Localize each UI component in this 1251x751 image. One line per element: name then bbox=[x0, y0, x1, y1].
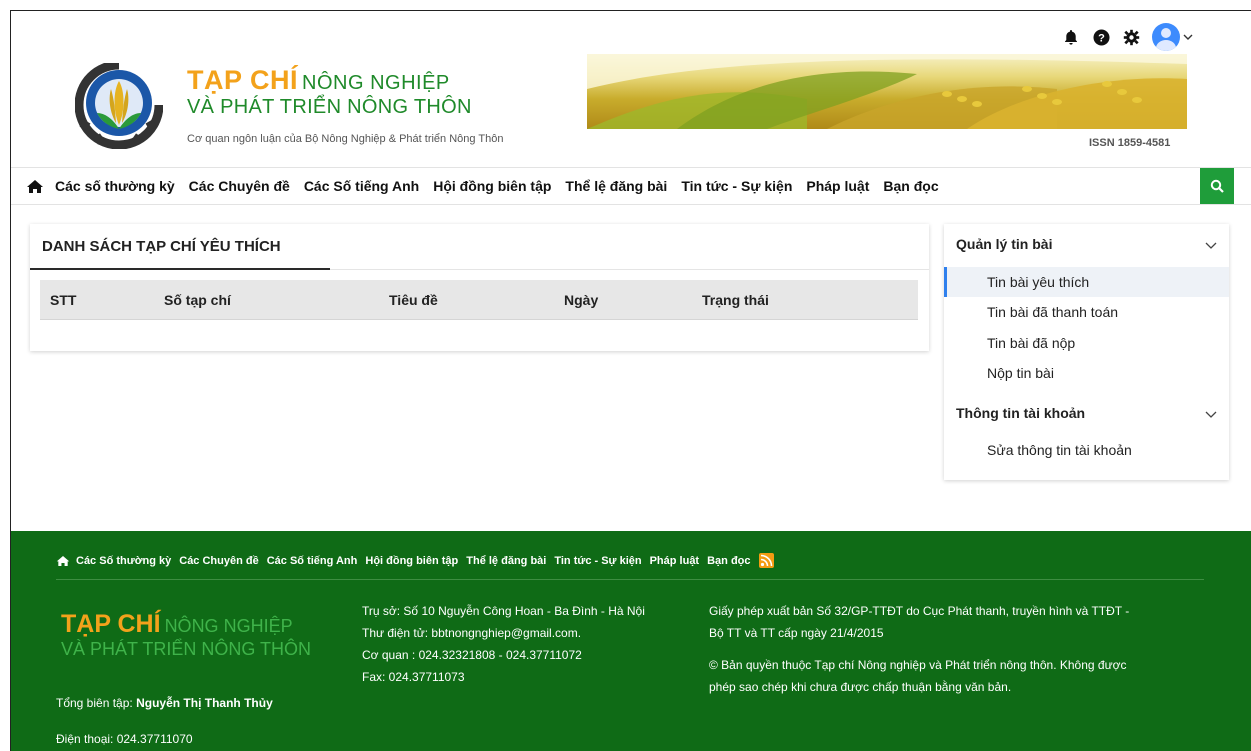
help-icon[interactable]: ? bbox=[1092, 28, 1110, 46]
brand-nong-nghiep: NÔNG NGHIỆP bbox=[302, 72, 450, 94]
footer-link-the-le-dang-bai[interactable]: Thể lệ đăng bài bbox=[466, 555, 546, 567]
footer-divider bbox=[56, 579, 1204, 580]
section-quan-ly-tin-bai[interactable]: Quản lý tin bài bbox=[956, 236, 1052, 252]
col-tieu-de[interactable]: Tiêu đề bbox=[389, 292, 438, 308]
footer-phone: Điện thoại: 024.37711070 bbox=[56, 732, 193, 746]
editor-name: Nguyễn Thị Thanh Thủy bbox=[136, 696, 273, 710]
issn-label: ISSN 1859-4581 bbox=[1089, 137, 1171, 149]
license-line1: Giấy phép xuất bản Số 32/GP-TTĐT do Cục … bbox=[709, 604, 1130, 618]
col-so-tap-chi[interactable]: Số tạp chí bbox=[164, 292, 231, 308]
sidebar-item-tin-bai-da-thanh-toan[interactable]: Tin bài đã thanh toán bbox=[944, 297, 1229, 327]
col-stt[interactable]: STT bbox=[50, 292, 76, 308]
sidebar-item-tin-bai-yeu-thich[interactable]: Tin bài yêu thích bbox=[944, 267, 1229, 297]
main-nav: Các số thường kỳ Các Chuyên đề Các Số ti… bbox=[11, 167, 1251, 205]
footer-logo-tap-chi: TẠP CHÍ bbox=[61, 610, 161, 638]
nav-cac-chuyen-de[interactable]: Các Chuyên đề bbox=[189, 178, 290, 194]
utility-bar: ? bbox=[1062, 23, 1193, 51]
brand-logo[interactable]: TẠP CHÍ NÔNG NGHIỆP VÀ PHÁT TRIỂN NÔNG TH… bbox=[187, 65, 503, 145]
rss-icon[interactable] bbox=[758, 553, 774, 568]
brand-tap-chi: TẠP CHÍ bbox=[187, 65, 299, 95]
col-ngay[interactable]: Ngày bbox=[564, 292, 598, 308]
nav-hoi-dong-bien-tap[interactable]: Hội đồng biên tập bbox=[433, 178, 551, 194]
user-menu[interactable] bbox=[1152, 23, 1193, 51]
svg-text:?: ? bbox=[1098, 32, 1105, 44]
panel-active-underline bbox=[30, 268, 330, 270]
contact-email[interactable]: Thư điện tử: bbtnongnghiep@gmail.com. bbox=[362, 622, 645, 644]
footer-link-phap-luat[interactable]: Pháp luật bbox=[650, 555, 700, 567]
account-sidebar: Quản lý tin bài Tin bài yêu thích Tin bà… bbox=[944, 224, 1229, 480]
search-icon bbox=[1210, 179, 1224, 193]
editor-label: Tổng biên tập: bbox=[56, 696, 133, 710]
page: ? TẠP CHÍ NÔNG NGHIỆP VÀ PHÁT TRIỂN NÔNG… bbox=[10, 10, 1251, 751]
contact-fax: Fax: 024.37711073 bbox=[362, 670, 465, 684]
sidebar-item-tin-bai-da-nop[interactable]: Tin bài đã nộp bbox=[944, 328, 1229, 358]
footer-editor: Tổng biên tập: Nguyễn Thị Thanh Thủy bbox=[56, 696, 273, 710]
license-line2: Bộ TT và TT cấp ngày 21/4/2015 bbox=[709, 626, 884, 640]
sidebar-item-sua-thong-tin-tai-khoan[interactable]: Sửa thông tin tài khoản bbox=[944, 435, 1229, 465]
nav-phap-luat[interactable]: Pháp luật bbox=[806, 178, 869, 194]
nav-ban-doc[interactable]: Bạn đọc bbox=[883, 178, 938, 194]
table-header: STT Số tạp chí Tiêu đề Ngày Trạng thái bbox=[40, 280, 918, 320]
nav-cac-so-thuong-ky[interactable]: Các số thường kỳ bbox=[55, 178, 175, 194]
sidebar-item-nop-tin-bai[interactable]: Nộp tin bài bbox=[944, 358, 1229, 388]
chevron-down-icon[interactable] bbox=[1205, 408, 1217, 420]
panel-title: DANH SÁCH TẠP CHÍ YÊU THÍCH bbox=[42, 238, 281, 255]
user-avatar[interactable] bbox=[1152, 23, 1180, 51]
nav-tin-tuc-su-kien[interactable]: Tin tức - Sự kiện bbox=[681, 178, 792, 194]
chevron-down-icon[interactable] bbox=[1205, 239, 1217, 251]
nav-cac-so-tieng-anh[interactable]: Các Số tiếng Anh bbox=[304, 178, 419, 194]
footer-logo[interactable]: TẠP CHÍ NÔNG NGHIỆP VÀ PHÁT TRIỂN NÔNG TH… bbox=[61, 610, 311, 660]
brand-line1: TẠP CHÍ NÔNG NGHIỆP bbox=[187, 65, 503, 96]
footer-logo-line2: VÀ PHÁT TRIỂN NÔNG THÔN bbox=[61, 639, 312, 659]
footer-license: Giấy phép xuất bản Số 32/GP-TTĐT do Cục … bbox=[709, 600, 1129, 698]
footer: Các Số thường kỳ Các Chuyên đề Các Số ti… bbox=[11, 531, 1251, 751]
footer-nav: Các Số thường kỳ Các Chuyên đề Các Số ti… bbox=[56, 553, 774, 568]
copyright-line2: phép sao chép khi chưa được chấp thuận b… bbox=[709, 680, 1012, 694]
nav-the-le-dang-bai[interactable]: Thể lệ đăng bài bbox=[565, 178, 667, 194]
home-icon[interactable] bbox=[56, 555, 70, 567]
contact-address: Trụ sở: Số 10 Nguyễn Công Hoan - Ba Đình… bbox=[362, 604, 645, 618]
search-button[interactable] bbox=[1200, 168, 1234, 204]
footer-link-ban-doc[interactable]: Bạn đọc bbox=[707, 555, 750, 567]
footer-contact: Trụ sở: Số 10 Nguyễn Công Hoan - Ba Đình… bbox=[362, 600, 645, 688]
gear-icon[interactable] bbox=[1122, 28, 1140, 46]
brand-line2: VÀ PHÁT TRIỂN NÔNG THÔN bbox=[187, 96, 472, 118]
chevron-down-icon[interactable] bbox=[1183, 33, 1193, 41]
favorites-panel: DANH SÁCH TẠP CHÍ YÊU THÍCH STT Số tạp c… bbox=[30, 224, 929, 351]
footer-link-cac-so-thuong-ky[interactable]: Các Số thường kỳ bbox=[76, 555, 171, 567]
home-icon[interactable] bbox=[26, 179, 46, 194]
footer-logo-nong-nghiep: NÔNG NGHIỆP bbox=[164, 616, 293, 636]
contact-phone: Cơ quan : 024.32321808 - 024.37711072 bbox=[362, 648, 582, 662]
footer-link-cac-so-tieng-anh[interactable]: Các Số tiếng Anh bbox=[267, 555, 358, 567]
footer-link-cac-chuyen-de[interactable]: Các Chuyên đề bbox=[179, 555, 258, 567]
section-thong-tin-tai-khoan[interactable]: Thông tin tài khoản bbox=[956, 405, 1085, 421]
copyright-line1: © Bản quyền thuộc Tạp chí Nông nghiệp và… bbox=[709, 658, 1127, 672]
bell-icon[interactable] bbox=[1062, 28, 1080, 46]
footer-link-hoi-dong-bien-tap[interactable]: Hội đồng biên tập bbox=[365, 555, 458, 567]
rice-banner-image bbox=[587, 54, 1187, 129]
logo-seal[interactable] bbox=[74, 60, 164, 150]
footer-link-tin-tuc-su-kien[interactable]: Tin tức - Sự kiện bbox=[554, 555, 641, 567]
col-trang-thai[interactable]: Trạng thái bbox=[702, 292, 769, 308]
tagline: Cơ quan ngôn luận của Bộ Nông Nghiệp & P… bbox=[187, 133, 504, 145]
